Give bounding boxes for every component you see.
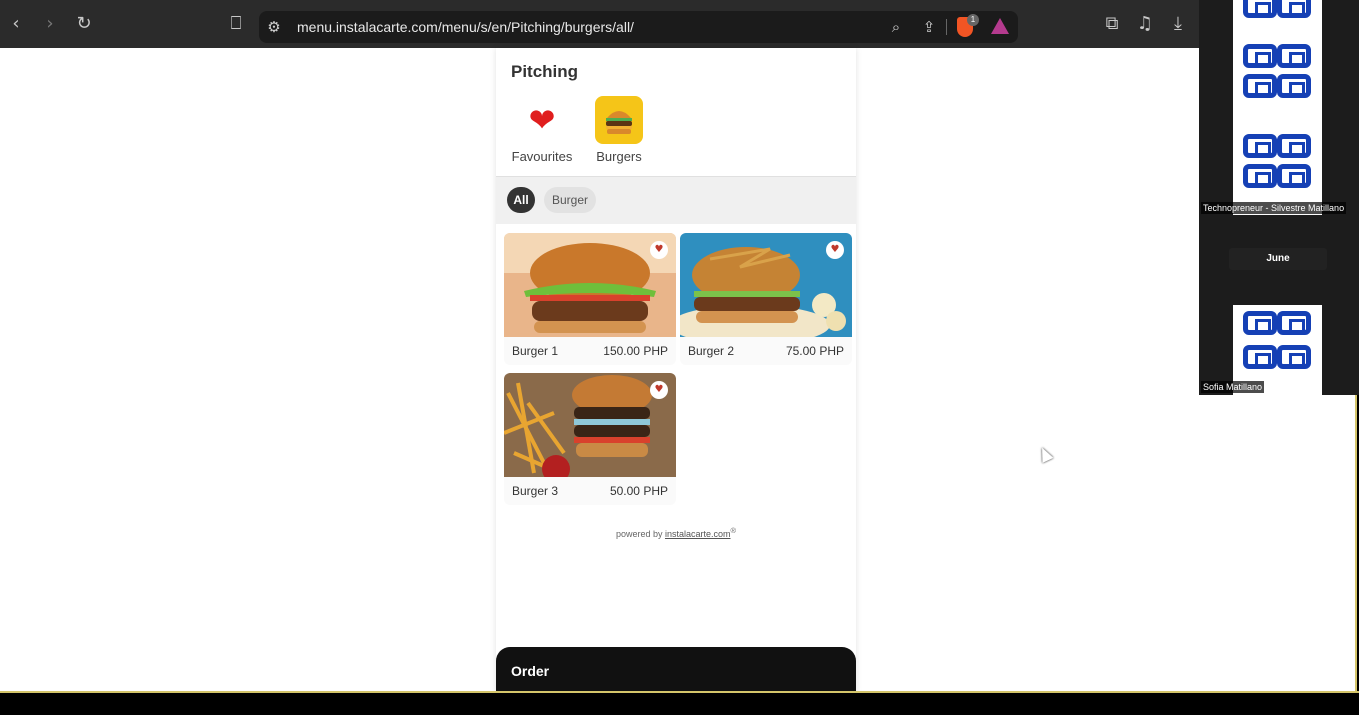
venue-title: Pitching	[511, 62, 579, 81]
qr-logo-icon	[1277, 44, 1311, 68]
filter-bar: All Burger	[496, 177, 856, 224]
menu-item[interactable]: ♥ Burger 1 150.00 PHP	[504, 233, 676, 365]
category-label: Favourites	[511, 149, 573, 164]
share-icon[interactable]: ⇪	[920, 18, 938, 36]
qr-logo-icon	[1243, 345, 1277, 369]
web-page: Pitching ❤ Favourites Burgers All Burger…	[0, 48, 1199, 693]
extensions-icon[interactable]: ⧉	[1102, 14, 1122, 34]
powered-link[interactable]: instalacarte.com	[665, 529, 731, 539]
shield-count-badge: 1	[967, 14, 979, 26]
order-label: Order	[511, 663, 550, 679]
category-label: Burgers	[596, 149, 642, 164]
participant-tile[interactable]	[1233, 0, 1322, 215]
window-border	[0, 691, 1359, 693]
item-name: Burger 3	[512, 484, 559, 498]
category-favourites[interactable]: ❤ Favourites	[502, 96, 582, 164]
qr-logo-icon	[1277, 164, 1311, 188]
powered-prefix: powered by	[615, 529, 663, 539]
reload-icon[interactable]: ↻	[74, 14, 94, 34]
item-price: 75.00 PHP	[785, 344, 844, 358]
qr-logo-icon	[1243, 134, 1277, 158]
media-icon[interactable]: ♫	[1135, 14, 1155, 34]
url-separator	[946, 19, 947, 35]
menu-item[interactable]: ♥ Burger 2 75.00 PHP	[680, 233, 852, 365]
qr-logo-icon	[1277, 134, 1311, 158]
item-price: 50.00 PHP	[609, 484, 668, 498]
qr-logo-icon	[1277, 345, 1311, 369]
site-settings-icon[interactable]: ⚙	[265, 18, 283, 36]
participant-name: Sofia Matillano	[1201, 381, 1265, 393]
item-price: 150.00 PHP	[603, 344, 668, 358]
downloads-icon[interactable]: ⤓	[1168, 14, 1188, 34]
qr-logo-icon	[1277, 74, 1311, 98]
url-text[interactable]: menu.instalacarte.com/menu/s/en/Pitching…	[297, 19, 634, 35]
qr-logo-icon	[1243, 44, 1277, 68]
registered-mark: ®	[730, 526, 737, 535]
powered-by: powered by instalacarte.com®	[496, 526, 856, 539]
page-background	[1199, 395, 1357, 693]
back-icon[interactable]: ‹	[6, 14, 26, 34]
favourite-heart-icon[interactable]: ♥	[650, 241, 668, 259]
filter-chip-burger[interactable]: Burger	[544, 187, 596, 213]
browser-toolbar: ‹ › ↻ ⎕ ⚙ menu.instalacarte.com/menu/s/e…	[0, 0, 1199, 48]
heart-icon: ❤	[528, 101, 556, 139]
address-bar[interactable]: ⚙ menu.instalacarte.com/menu/s/en/Pitchi…	[259, 11, 1018, 43]
qr-logo-icon	[1243, 0, 1277, 18]
forward-icon[interactable]: ›	[40, 14, 60, 34]
category-burgers[interactable]: Burgers	[579, 96, 659, 164]
qr-logo-icon	[1243, 311, 1277, 335]
filter-chip-all[interactable]: All	[507, 187, 535, 213]
order-bar[interactable]: Order	[496, 647, 856, 693]
item-name: Burger 1	[512, 344, 559, 358]
favourite-heart-icon[interactable]: ♥	[826, 241, 844, 259]
menu-item[interactable]: ♥ Burger 3 50.00 PHP	[504, 373, 676, 505]
menu-card: Pitching ❤ Favourites Burgers All Burger…	[496, 48, 856, 693]
participant-name: Technopreneur - Silvestre Matillano	[1201, 202, 1347, 214]
favourite-heart-icon[interactable]: ♥	[650, 381, 668, 399]
qr-logo-icon	[1243, 74, 1277, 98]
qr-logo-icon	[1277, 311, 1311, 335]
participant-name[interactable]: June	[1229, 248, 1327, 270]
item-name: Burger 2	[688, 344, 735, 358]
meeting-panel: Technopreneur - Silvestre Matillano June…	[1199, 0, 1359, 395]
bookmark-icon[interactable]: ⎕	[226, 14, 246, 34]
qr-logo-icon	[1277, 0, 1311, 18]
burger-icon	[595, 96, 643, 144]
qr-logo-icon	[1243, 164, 1277, 188]
zoom-icon[interactable]: ⌕	[887, 18, 905, 36]
rewards-icon[interactable]	[991, 18, 1009, 34]
